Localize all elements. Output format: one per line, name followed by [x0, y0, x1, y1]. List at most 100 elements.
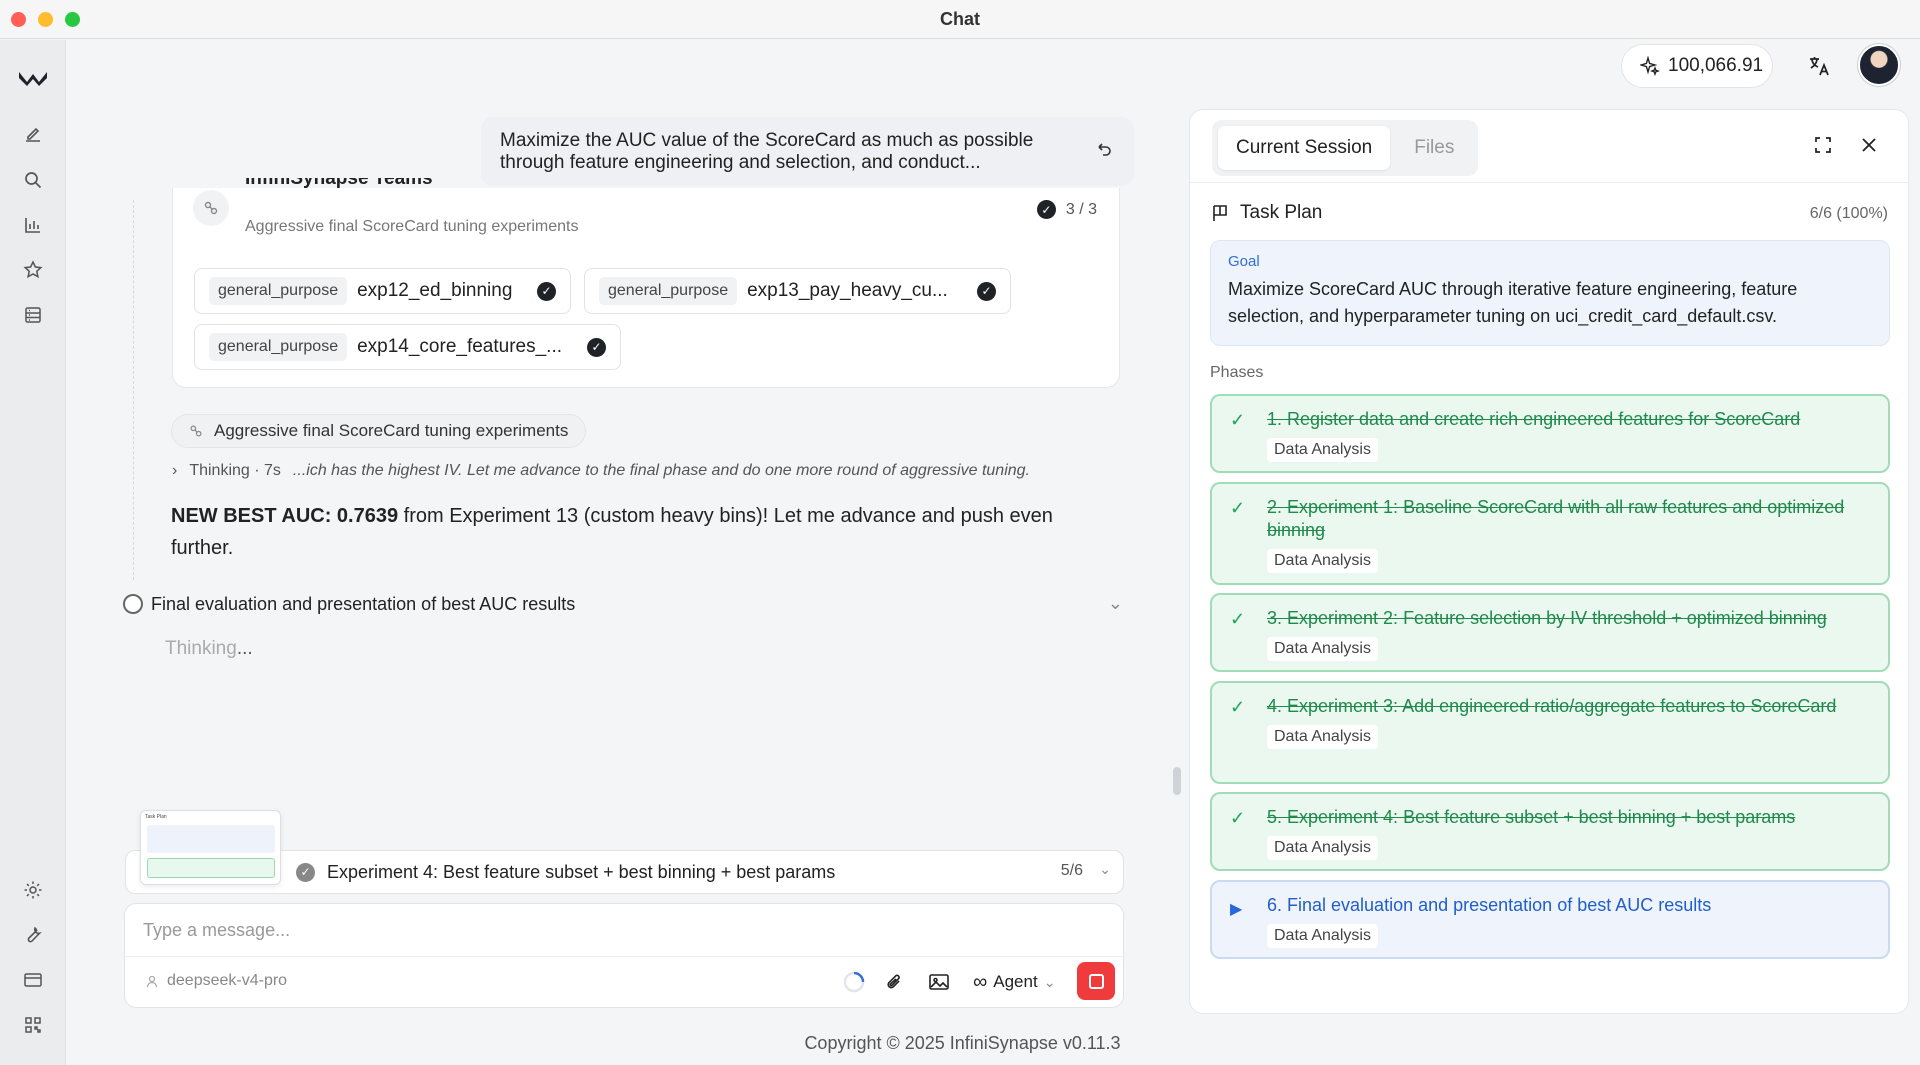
- status-pill-text: Aggressive final ScoreCard tuning experi…: [214, 421, 569, 440]
- session-panel: Current Session Files Task Plan 6/6 (100…: [1189, 109, 1909, 1014]
- phase-label: Data Analysis: [1267, 637, 1378, 661]
- phase-label: Data Analysis: [1267, 438, 1378, 462]
- undo-icon[interactable]: [1094, 139, 1116, 161]
- mode-selector[interactable]: ∞ Agent ⌄: [973, 968, 1055, 996]
- thumbnail-goal-block: [147, 825, 275, 853]
- current-step-row[interactable]: Final evaluation and presentation of bes…: [123, 591, 1123, 617]
- phase-item[interactable]: ✓ 1. Register data and create rich engin…: [1210, 394, 1890, 473]
- flag-icon: [1213, 205, 1227, 221]
- phase-title: 3. Experiment 2: Feature selection by IV…: [1267, 608, 1827, 628]
- check-circle-icon: ✓: [1036, 200, 1056, 219]
- agent-type-tag: general_purpose: [209, 277, 348, 305]
- chart-icon[interactable]: [18, 210, 48, 240]
- task-plan-thumbnail[interactable]: Task Plan: [140, 810, 281, 885]
- check-circle-icon: ✓: [296, 862, 315, 882]
- check-icon: ✓: [1230, 410, 1246, 430]
- pending-circle-icon: [123, 594, 143, 614]
- phase-label: Data Analysis: [1267, 549, 1378, 573]
- check-icon: ✓: [1230, 697, 1246, 717]
- phase-title: 1. Register data and create rich enginee…: [1267, 409, 1801, 429]
- user-avatar[interactable]: [1858, 44, 1900, 86]
- database-icon[interactable]: [18, 300, 48, 330]
- agent-type-tag: general_purpose: [599, 277, 738, 305]
- agent-name: exp13_pay_heavy_cu...: [747, 280, 948, 301]
- loading-spinner-icon: [840, 968, 868, 996]
- model-icon: [146, 975, 158, 988]
- check-circle-icon: ✓: [587, 337, 606, 357]
- task-plan-progress: 6/6 (100%): [1809, 205, 1888, 222]
- goal-label: Goal: [1228, 253, 1260, 270]
- phase-item[interactable]: ✓ 2. Experiment 1: Baseline ScoreCard wi…: [1210, 482, 1890, 585]
- model-name: deepseek-v4-pro: [167, 972, 288, 989]
- expand-icon[interactable]: [1808, 130, 1838, 160]
- check-icon: ✓: [1230, 498, 1246, 518]
- team-card: InfiniSynapse Teams Aggressive final Sco…: [172, 178, 1120, 388]
- translate-icon[interactable]: [1805, 52, 1833, 80]
- team-subtitle: Aggressive final ScoreCard tuning experi…: [245, 218, 579, 235]
- phase-title: 4. Experiment 3: Add engineered ratio/ag…: [1267, 696, 1837, 716]
- wrench-icon[interactable]: [18, 920, 48, 950]
- star-icon[interactable]: [18, 255, 48, 285]
- agent-name: exp12_ed_binning: [357, 280, 513, 301]
- message-input[interactable]: [143, 914, 1103, 946]
- model-selector[interactable]: deepseek-v4-pro: [145, 972, 287, 990]
- app-logo-icon[interactable]: [16, 63, 50, 93]
- chevron-down-icon[interactable]: ⌄: [1099, 861, 1111, 878]
- user-message-bubble: Maximize the AUC value of the ScoreCard …: [481, 117, 1134, 186]
- stop-generation-button[interactable]: [1077, 962, 1115, 1000]
- card-icon[interactable]: [18, 965, 48, 995]
- phase-item[interactable]: ✓ 4. Experiment 3: Add engineered ratio/…: [1210, 681, 1890, 784]
- close-icon[interactable]: [1854, 130, 1884, 160]
- agent-name: exp14_core_features_...: [357, 336, 563, 357]
- title-bar: Chat: [0, 0, 1920, 39]
- thinking-text: ...ich has the highest IV. Let me advanc…: [292, 462, 1030, 479]
- team-count-text: 3 / 3: [1065, 200, 1097, 218]
- check-icon: ✓: [1230, 808, 1246, 828]
- thinking-toggle[interactable]: › Thinking · 7s ...ich has the highest I…: [172, 462, 1030, 480]
- team-icon: [193, 190, 229, 226]
- phase-item[interactable]: ✓ 5. Experiment 4: Best feature subset +…: [1210, 792, 1890, 871]
- sparkle-icon: [1640, 56, 1660, 76]
- check-icon: ✓: [1230, 609, 1246, 629]
- new-chat-icon[interactable]: [18, 119, 48, 149]
- task-plan-header: Task Plan: [1210, 202, 1322, 224]
- agent-chip[interactable]: general_purpose exp14_core_features_... …: [194, 324, 621, 370]
- best-auc-highlight: NEW BEST AUC: 0.7639: [171, 505, 399, 527]
- phases-label: Phases: [1210, 364, 1264, 381]
- phase-title: 5. Experiment 4: Best feature subset + b…: [1267, 807, 1796, 827]
- phase-item[interactable]: ✓ 3. Experiment 2: Feature selection by …: [1210, 593, 1890, 672]
- check-circle-icon: ✓: [537, 281, 556, 301]
- team-status-pill[interactable]: Aggressive final ScoreCard tuning experi…: [171, 414, 587, 448]
- task-plan-title: Task Plan: [1240, 202, 1323, 223]
- panel-tabs: Current Session Files: [1212, 120, 1479, 176]
- goal-box: Goal Maximize ScoreCard AUC through iter…: [1210, 240, 1890, 346]
- window-title: Chat: [940, 9, 980, 29]
- copyright-footer: Copyright © 2025 InfiniSynapse v0.11.3: [804, 1033, 1121, 1053]
- phase-label: Data Analysis: [1267, 836, 1378, 860]
- thinking-indicator: Thinking...: [165, 638, 253, 659]
- agent-chip[interactable]: general_purpose exp13_pay_heavy_cu... ✓: [584, 268, 1011, 314]
- tab-current-session[interactable]: Current Session: [1218, 126, 1391, 170]
- current-step-title: Final evaluation and presentation of bes…: [151, 593, 576, 614]
- stop-icon: [1088, 973, 1104, 989]
- phase-item[interactable]: ▶ 6. Final evaluation and presentation o…: [1210, 880, 1890, 959]
- agent-chip[interactable]: general_purpose exp12_ed_binning ✓: [194, 268, 571, 314]
- search-icon[interactable]: [18, 165, 48, 195]
- panel-divider: [1190, 182, 1908, 183]
- user-message-text: Maximize the AUC value of the ScoreCard …: [500, 130, 1034, 173]
- chevron-right-icon: ›: [172, 462, 178, 479]
- panel-resize-handle[interactable]: [1173, 767, 1181, 795]
- attach-paperclip-icon[interactable]: [880, 968, 908, 996]
- goal-text: Maximize ScoreCard AUC through iterative…: [1228, 279, 1798, 326]
- team-icon: [190, 425, 202, 437]
- tab-files[interactable]: Files: [1396, 126, 1472, 170]
- chevron-down-icon: ⌄: [1043, 973, 1056, 990]
- team-progress: ✓ 3 / 3: [1036, 200, 1097, 219]
- settings-gear-icon[interactable]: [18, 875, 48, 905]
- team-title-clipped: InfiniSynapse Teams: [245, 178, 433, 189]
- credits-balance-button[interactable]: 100,066.91: [1621, 44, 1773, 88]
- image-upload-icon[interactable]: [925, 968, 953, 996]
- progress-current-step: Experiment 4: Best feature subset + best…: [327, 861, 836, 882]
- thumbnail-phase-block: [147, 858, 275, 878]
- chevron-down-icon[interactable]: ⌄: [1108, 593, 1123, 614]
